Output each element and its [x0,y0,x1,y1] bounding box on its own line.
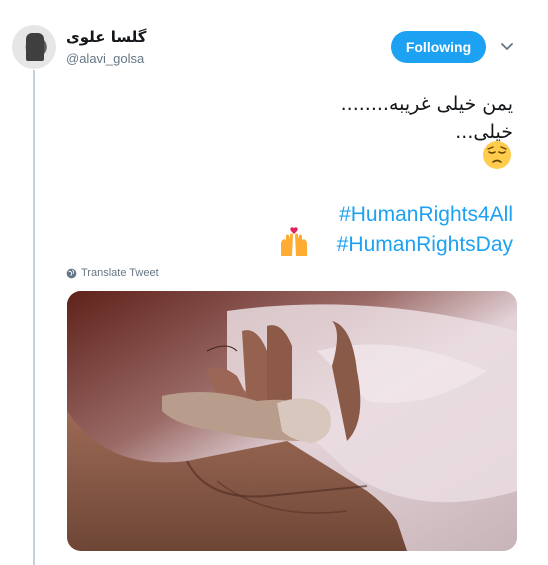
thread-line [33,70,35,565]
tweet-photo[interactable] [67,291,517,551]
globe-icon [66,268,77,278]
translate-tweet-label: Translate Tweet [81,267,159,279]
tweet-text: یمن خیلی غریبه........ خیلی... [341,90,513,146]
avatar[interactable] [12,25,56,69]
hashtag-human-rights-4-all[interactable]: #HumanRights4All [339,203,513,227]
raising-hands-icon [281,227,307,256]
following-button[interactable]: Following [391,31,486,63]
photo-illustration [67,291,517,551]
avatar-silhouette [26,33,44,61]
tweet-line-1: یمن خیلی غریبه........ [340,93,513,115]
translate-tweet-link[interactable]: Translate Tweet [66,267,159,279]
hashtag-human-rights-day[interactable]: #HumanRightsDay [337,233,513,257]
display-name[interactable]: گلسا علوی [66,28,147,46]
pensive-face-icon [483,141,511,169]
chevron-down-icon[interactable] [500,40,514,54]
user-handle[interactable]: @alavi_golsa [66,51,144,66]
